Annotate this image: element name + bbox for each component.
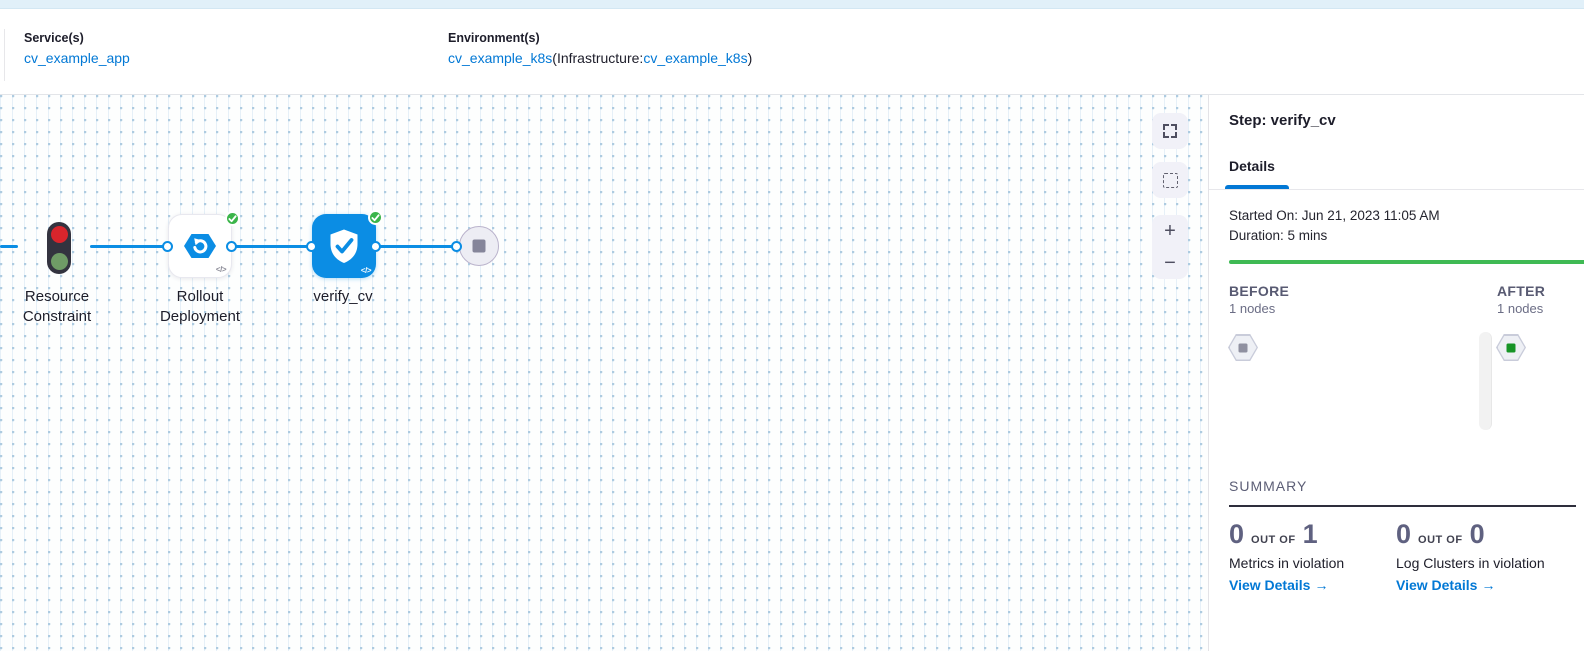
node-verify-cv[interactable]: </>	[312, 214, 376, 278]
zoom-controls: + −	[1152, 215, 1188, 279]
connector-ring	[162, 241, 173, 252]
view-details-text: View Details	[1229, 577, 1310, 593]
edge-constraint-to-rollout	[90, 245, 168, 248]
panel-title: Step: verify_cv	[1229, 112, 1336, 129]
code-template-icon: </>	[216, 265, 226, 274]
connector-ring	[370, 241, 381, 252]
node-label-rollout-deployment: Rollout Deployment	[143, 287, 257, 327]
success-progress-bar	[1229, 260, 1584, 264]
arrow-right-icon: →	[1481, 577, 1495, 593]
hexagon-icon	[1228, 334, 1258, 361]
metrics-view-details-link[interactable]: View Details→	[1229, 577, 1344, 593]
out-of-label: OUT OF	[1418, 534, 1463, 546]
node-label-line: Constraint	[0, 307, 114, 327]
before-count: 1 nodes	[1229, 301, 1275, 316]
log-violation-count: 0	[1396, 519, 1411, 550]
connector-ring	[306, 241, 317, 252]
success-badge-icon	[225, 211, 240, 226]
expand-corners-icon	[1162, 123, 1178, 139]
environments-group: Environment(s) cv_example_k8s(Infrastruc…	[448, 31, 752, 66]
after-label: AFTER	[1497, 283, 1545, 299]
edge-rollout-to-verify	[232, 245, 312, 248]
node-stage-end[interactable]	[459, 226, 499, 266]
step-details-panel: Step: verify_cv Details Started On: Jun …	[1208, 95, 1584, 651]
service-link[interactable]: cv_example_app	[24, 50, 130, 66]
traffic-light-red-icon	[51, 226, 68, 243]
traffic-light-green-icon	[51, 253, 68, 270]
log-clusters-caption: Log Clusters in violation	[1396, 555, 1545, 571]
duration-text: Duration: 5 mins	[1229, 228, 1327, 243]
edge-incoming	[0, 245, 18, 248]
fullscreen-button[interactable]	[1152, 113, 1188, 149]
before-label: BEFORE	[1229, 283, 1289, 299]
metrics-violation-count: 0	[1229, 519, 1244, 550]
zoom-in-button[interactable]: +	[1164, 221, 1176, 241]
before-after-scrollbar[interactable]	[1479, 332, 1492, 430]
node-label-resource-constraint: Resource Constraint	[0, 287, 114, 327]
connector-ring	[451, 241, 462, 252]
shield-check-icon	[324, 226, 364, 266]
top-accent-strip	[0, 0, 1584, 9]
arrow-right-icon: →	[1314, 577, 1328, 593]
node-label-line: verify_cv	[286, 287, 400, 307]
services-label: Service(s)	[24, 31, 130, 45]
tab-divider	[1209, 189, 1584, 190]
edge-verify-to-end	[376, 245, 457, 248]
view-details-text: View Details	[1396, 577, 1477, 593]
execution-header: Service(s) cv_example_app Environment(s)…	[0, 9, 1584, 95]
stop-node-icon	[473, 240, 486, 253]
code-template-icon: </>	[361, 266, 371, 275]
metrics-total-count: 1	[1303, 519, 1318, 550]
hexagon-icon	[1496, 334, 1526, 361]
log-clusters-view-details-link[interactable]: View Details→	[1396, 577, 1545, 593]
environment-link[interactable]: cv_example_k8s	[448, 50, 552, 66]
infrastructure-link[interactable]: cv_example_k8s	[643, 50, 747, 66]
after-count: 1 nodes	[1497, 301, 1543, 316]
node-label-verify-cv: verify_cv	[286, 287, 400, 307]
rollout-hexagon-icon	[182, 228, 218, 264]
infrastructure-suffix: )	[748, 50, 753, 66]
connector-ring	[226, 241, 237, 252]
environments-label: Environment(s)	[448, 31, 752, 45]
zoom-out-button[interactable]: −	[1164, 253, 1176, 273]
node-label-line: Resource	[0, 287, 114, 307]
started-on-text: Started On: Jun 21, 2023 11:05 AM	[1229, 208, 1440, 223]
out-of-label: OUT OF	[1251, 534, 1296, 546]
pipeline-canvas[interactable]: </> </> Resource Constraint Rollout Depl…	[0, 95, 1208, 651]
node-rollout-deployment[interactable]: </>	[168, 214, 232, 278]
selection-box-icon	[1163, 173, 1178, 188]
node-resource-constraint[interactable]	[47, 222, 71, 274]
metrics-summary-card: 0 OUT OF 1 Metrics in violation View Det…	[1229, 519, 1344, 593]
summary-divider	[1229, 505, 1576, 507]
marquee-select-button[interactable]	[1152, 162, 1188, 198]
metrics-caption: Metrics in violation	[1229, 555, 1344, 571]
tab-details[interactable]: Details	[1229, 158, 1275, 174]
header-left-divider	[4, 29, 5, 81]
before-node-hexagon[interactable]	[1228, 334, 1258, 361]
success-badge-icon	[368, 210, 383, 225]
log-total-count: 0	[1470, 519, 1485, 550]
services-group: Service(s) cv_example_app	[24, 31, 130, 66]
log-clusters-summary-card: 0 OUT OF 0 Log Clusters in violation Vie…	[1396, 519, 1545, 593]
summary-label: SUMMARY	[1229, 478, 1307, 494]
node-label-line: Deployment	[143, 307, 257, 327]
infrastructure-prefix: (Infrastructure:	[552, 50, 643, 66]
after-node-hexagon[interactable]	[1496, 334, 1526, 361]
node-label-line: Rollout	[143, 287, 257, 307]
